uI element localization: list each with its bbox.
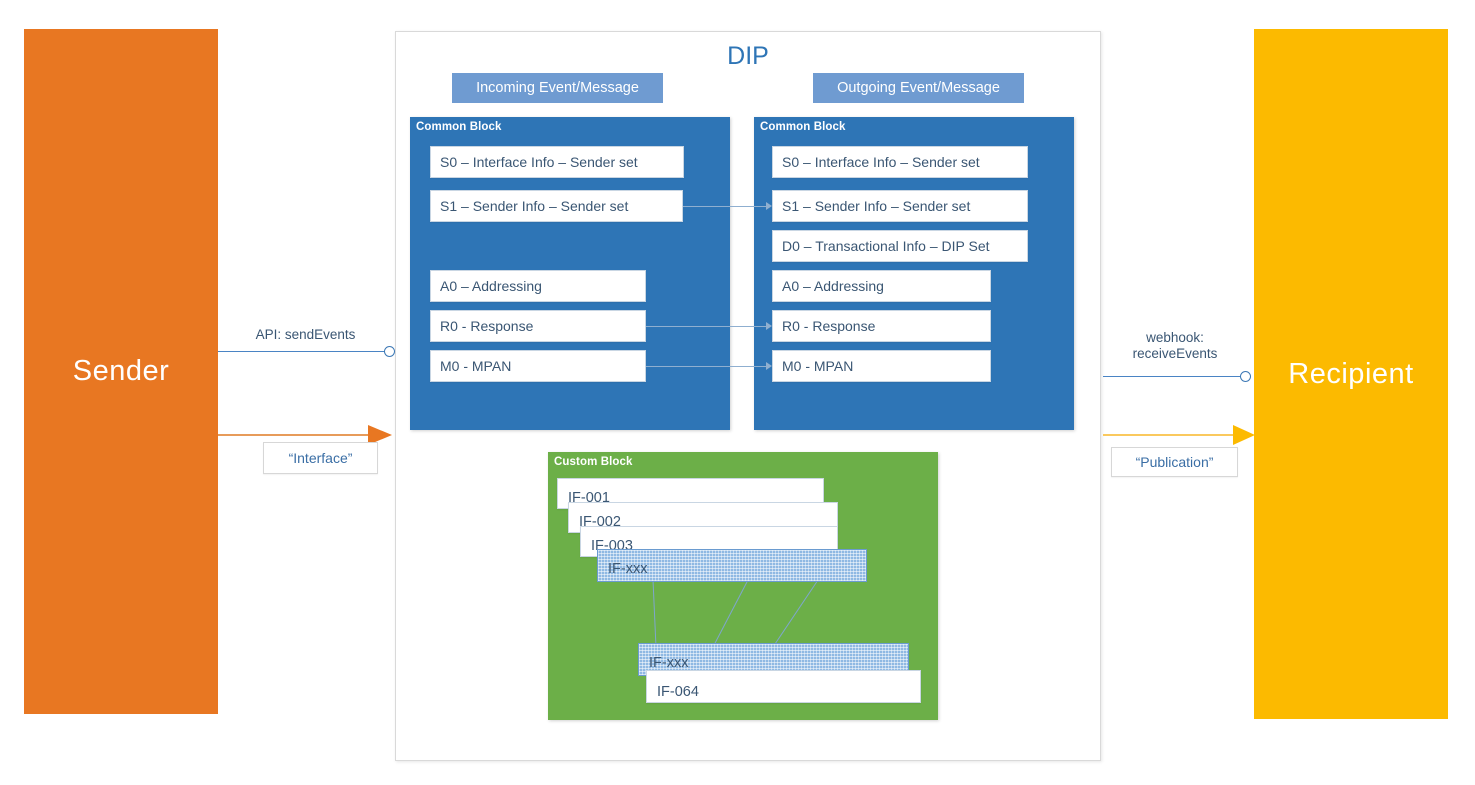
publication-arrow-line bbox=[1103, 434, 1236, 436]
publication-label: “Publication” bbox=[1135, 454, 1214, 470]
field-outgoing-a0: A0 – Addressing bbox=[772, 270, 991, 302]
outgoing-event-pill: Outgoing Event/Message bbox=[813, 73, 1024, 103]
field-incoming-a0-label: A0 – Addressing bbox=[440, 278, 542, 294]
incoming-event-label: Incoming Event/Message bbox=[476, 80, 639, 96]
custom-interface-if-064-label: IF-064 bbox=[657, 684, 699, 700]
custom-interface-if-xxx-top: IF-xxx bbox=[597, 549, 867, 582]
recipient-block: Recipient bbox=[1254, 29, 1448, 719]
field-incoming-s1-label: S1 – Sender Info – Sender set bbox=[440, 198, 629, 214]
field-incoming-s0-label: S0 – Interface Info – Sender set bbox=[440, 154, 638, 170]
recipient-label: Recipient bbox=[1288, 357, 1414, 390]
webhook-receive-events-line bbox=[1103, 376, 1242, 377]
field-incoming-a0: A0 – Addressing bbox=[430, 270, 646, 302]
publication-label-box: “Publication” bbox=[1111, 447, 1238, 477]
field-outgoing-s0-label: S0 – Interface Info – Sender set bbox=[782, 154, 980, 170]
connector-s1-line bbox=[683, 206, 768, 207]
api-send-events-line bbox=[218, 351, 386, 352]
field-outgoing-s1: S1 – Sender Info – Sender set bbox=[772, 190, 1028, 222]
field-incoming-s1: S1 – Sender Info – Sender set bbox=[430, 190, 683, 222]
webhook-receive-events-label-line1: webhook: bbox=[1146, 330, 1204, 345]
field-outgoing-r0-label: R0 - Response bbox=[782, 318, 876, 334]
field-outgoing-s1-label: S1 – Sender Info – Sender set bbox=[782, 198, 971, 214]
connector-s1-arrow-icon bbox=[766, 202, 772, 210]
interface-label: “Interface” bbox=[288, 450, 353, 466]
publication-arrowhead-icon bbox=[1233, 425, 1255, 445]
webhook-receive-events-label: webhook: receiveEvents bbox=[1110, 330, 1240, 362]
field-outgoing-r0: R0 - Response bbox=[772, 310, 991, 342]
webhook-endpoint-circle-icon bbox=[1240, 371, 1251, 382]
sender-block: Sender bbox=[24, 29, 218, 714]
field-outgoing-s0: S0 – Interface Info – Sender set bbox=[772, 146, 1028, 178]
connector-m0-line bbox=[646, 366, 768, 367]
field-outgoing-m0-label: M0 - MPAN bbox=[782, 358, 854, 374]
incoming-event-pill: Incoming Event/Message bbox=[452, 73, 663, 103]
common-block-outgoing-caption: Common Block bbox=[760, 121, 846, 133]
connector-r0-arrow-icon bbox=[766, 322, 772, 330]
webhook-receive-events-label-line2: receiveEvents bbox=[1132, 346, 1218, 361]
connector-m0-arrow-icon bbox=[766, 362, 772, 370]
field-incoming-r0-label: R0 - Response bbox=[440, 318, 534, 334]
field-incoming-r0: R0 - Response bbox=[430, 310, 646, 342]
field-incoming-s0: S0 – Interface Info – Sender set bbox=[430, 146, 684, 178]
field-incoming-m0: M0 - MPAN bbox=[430, 350, 646, 382]
custom-interface-if-xxx-top-label: IF-xxx bbox=[608, 561, 648, 577]
api-send-events-label: API: sendEvents bbox=[255, 327, 356, 342]
field-outgoing-d0-label: D0 – Transactional Info – DIP Set bbox=[782, 238, 990, 254]
api-endpoint-circle-icon bbox=[384, 346, 395, 357]
connector-r0-line bbox=[646, 326, 768, 327]
dip-title: DIP bbox=[727, 42, 769, 70]
field-outgoing-a0-label: A0 – Addressing bbox=[782, 278, 884, 294]
field-outgoing-d0: D0 – Transactional Info – DIP Set bbox=[772, 230, 1028, 262]
interface-arrow-line bbox=[218, 434, 370, 436]
custom-block-caption: Custom Block bbox=[554, 456, 633, 468]
interface-label-box: “Interface” bbox=[263, 442, 378, 474]
outgoing-event-label: Outgoing Event/Message bbox=[837, 80, 1000, 96]
custom-interface-if-xxx-bottom-label: IF-xxx bbox=[649, 655, 689, 671]
field-incoming-m0-label: M0 - MPAN bbox=[440, 358, 512, 374]
field-outgoing-m0: M0 - MPAN bbox=[772, 350, 991, 382]
sender-label: Sender bbox=[72, 355, 170, 387]
custom-interface-if-064: IF-064 bbox=[646, 670, 921, 703]
common-block-incoming-caption: Common Block bbox=[416, 121, 502, 133]
